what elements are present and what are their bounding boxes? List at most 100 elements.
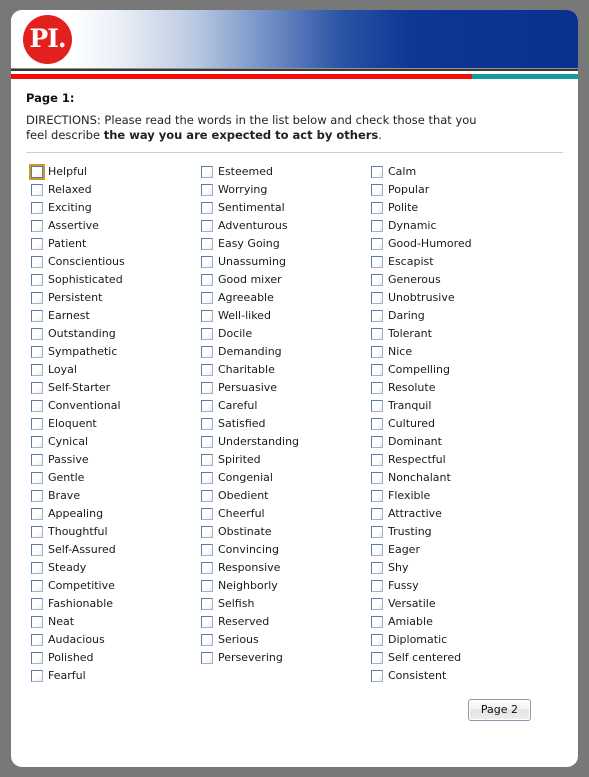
checkbox-row[interactable]: Unobtrusive — [371, 289, 551, 307]
checkbox-convincing[interactable] — [201, 544, 213, 556]
checkbox-steady[interactable] — [31, 562, 43, 574]
checkbox-row[interactable]: Dominant — [371, 433, 551, 451]
checkbox-row[interactable]: Nonchalant — [371, 469, 551, 487]
checkbox-eloquent[interactable] — [31, 418, 43, 430]
checkbox-cynical[interactable] — [31, 436, 43, 448]
checkbox-self-starter[interactable] — [31, 382, 43, 394]
checkbox-assertive[interactable] — [31, 220, 43, 232]
checkbox-compelling[interactable] — [371, 364, 383, 376]
checkbox-row[interactable]: Self-Starter — [31, 379, 201, 397]
checkbox-diplomatic[interactable] — [371, 634, 383, 646]
checkbox-row[interactable]: Cheerful — [201, 505, 371, 523]
checkbox-row[interactable]: Respectful — [371, 451, 551, 469]
checkbox-row[interactable]: Neighborly — [201, 577, 371, 595]
checkbox-docile[interactable] — [201, 328, 213, 340]
checkbox-neighborly[interactable] — [201, 580, 213, 592]
checkbox-competitive[interactable] — [31, 580, 43, 592]
checkbox-tolerant[interactable] — [371, 328, 383, 340]
checkbox-row[interactable]: Docile — [201, 325, 371, 343]
checkbox-row[interactable]: Understanding — [201, 433, 371, 451]
checkbox-row[interactable]: Amiable — [371, 613, 551, 631]
checkbox-row[interactable]: Agreeable — [201, 289, 371, 307]
checkbox-helpful[interactable] — [29, 164, 45, 180]
checkbox-row[interactable]: Brave — [31, 487, 201, 505]
checkbox-gentle[interactable] — [31, 472, 43, 484]
checkbox-row[interactable]: Good-Humored — [371, 235, 551, 253]
checkbox-row[interactable]: Sentimental — [201, 199, 371, 217]
checkbox-respectful[interactable] — [371, 454, 383, 466]
checkbox-row[interactable]: Adventurous — [201, 217, 371, 235]
checkbox-conscientious[interactable] — [31, 256, 43, 268]
checkbox-tranquil[interactable] — [371, 400, 383, 412]
checkbox-row[interactable]: Demanding — [201, 343, 371, 361]
checkbox-row[interactable]: Congenial — [201, 469, 371, 487]
checkbox-row[interactable]: Self centered — [371, 649, 551, 667]
checkbox-row[interactable]: Loyal — [31, 361, 201, 379]
checkbox-row[interactable]: Tranquil — [371, 397, 551, 415]
checkbox-row[interactable]: Unassuming — [201, 253, 371, 271]
checkbox-dynamic[interactable] — [371, 220, 383, 232]
checkbox-outstanding[interactable] — [31, 328, 43, 340]
checkbox-row[interactable]: Esteemed — [201, 163, 371, 181]
checkbox-persuasive[interactable] — [201, 382, 213, 394]
checkbox-neat[interactable] — [31, 616, 43, 628]
checkbox-passive[interactable] — [31, 454, 43, 466]
checkbox-appealing[interactable] — [31, 508, 43, 520]
checkbox-row[interactable]: Consistent — [371, 667, 551, 685]
checkbox-versatile[interactable] — [371, 598, 383, 610]
checkbox-row[interactable]: Selfish — [201, 595, 371, 613]
checkbox-row[interactable]: Diplomatic — [371, 631, 551, 649]
checkbox-careful[interactable] — [201, 400, 213, 412]
checkbox-popular[interactable] — [371, 184, 383, 196]
checkbox-row[interactable]: Obedient — [201, 487, 371, 505]
checkbox-row[interactable]: Resolute — [371, 379, 551, 397]
checkbox-row[interactable]: Steady — [31, 559, 201, 577]
checkbox-row[interactable]: Dynamic — [371, 217, 551, 235]
checkbox-row[interactable]: Generous — [371, 271, 551, 289]
checkbox-row[interactable]: Tolerant — [371, 325, 551, 343]
checkbox-row[interactable]: Escapist — [371, 253, 551, 271]
checkbox-persevering[interactable] — [201, 652, 213, 664]
checkbox-relaxed[interactable] — [31, 184, 43, 196]
checkbox-selfish[interactable] — [201, 598, 213, 610]
checkbox-persistent[interactable] — [31, 292, 43, 304]
checkbox-easy-going[interactable] — [201, 238, 213, 250]
checkbox-attractive[interactable] — [371, 508, 383, 520]
checkbox-satisfied[interactable] — [201, 418, 213, 430]
checkbox-row[interactable]: Exciting — [31, 199, 201, 217]
checkbox-row[interactable]: Persistent — [31, 289, 201, 307]
checkbox-polished[interactable] — [31, 652, 43, 664]
checkbox-eager[interactable] — [371, 544, 383, 556]
checkbox-row[interactable]: Daring — [371, 307, 551, 325]
checkbox-unassuming[interactable] — [201, 256, 213, 268]
checkbox-thoughtful[interactable] — [31, 526, 43, 538]
checkbox-row[interactable]: Eloquent — [31, 415, 201, 433]
checkbox-row[interactable]: Outstanding — [31, 325, 201, 343]
checkbox-row[interactable]: Reserved — [201, 613, 371, 631]
checkbox-good-humored[interactable] — [371, 238, 383, 250]
checkbox-row[interactable]: Earnest — [31, 307, 201, 325]
checkbox-row[interactable]: Assertive — [31, 217, 201, 235]
checkbox-row[interactable]: Cultured — [371, 415, 551, 433]
checkbox-row[interactable]: Obstinate — [201, 523, 371, 541]
checkbox-escapist[interactable] — [371, 256, 383, 268]
checkbox-fussy[interactable] — [371, 580, 383, 592]
checkbox-agreeable[interactable] — [201, 292, 213, 304]
checkbox-fearful[interactable] — [31, 670, 43, 682]
checkbox-sentimental[interactable] — [201, 202, 213, 214]
checkbox-self-centered[interactable] — [371, 652, 383, 664]
checkbox-row[interactable]: Sympathetic — [31, 343, 201, 361]
checkbox-row[interactable]: Serious — [201, 631, 371, 649]
checkbox-conventional[interactable] — [31, 400, 43, 412]
checkbox-dominant[interactable] — [371, 436, 383, 448]
checkbox-cheerful[interactable] — [201, 508, 213, 520]
checkbox-calm[interactable] — [371, 166, 383, 178]
checkbox-reserved[interactable] — [201, 616, 213, 628]
checkbox-nice[interactable] — [371, 346, 383, 358]
checkbox-row[interactable]: Self-Assured — [31, 541, 201, 559]
checkbox-sophisticated[interactable] — [31, 274, 43, 286]
checkbox-serious[interactable] — [201, 634, 213, 646]
checkbox-row[interactable]: Persevering — [201, 649, 371, 667]
checkbox-spirited[interactable] — [201, 454, 213, 466]
checkbox-row[interactable]: Neat — [31, 613, 201, 631]
